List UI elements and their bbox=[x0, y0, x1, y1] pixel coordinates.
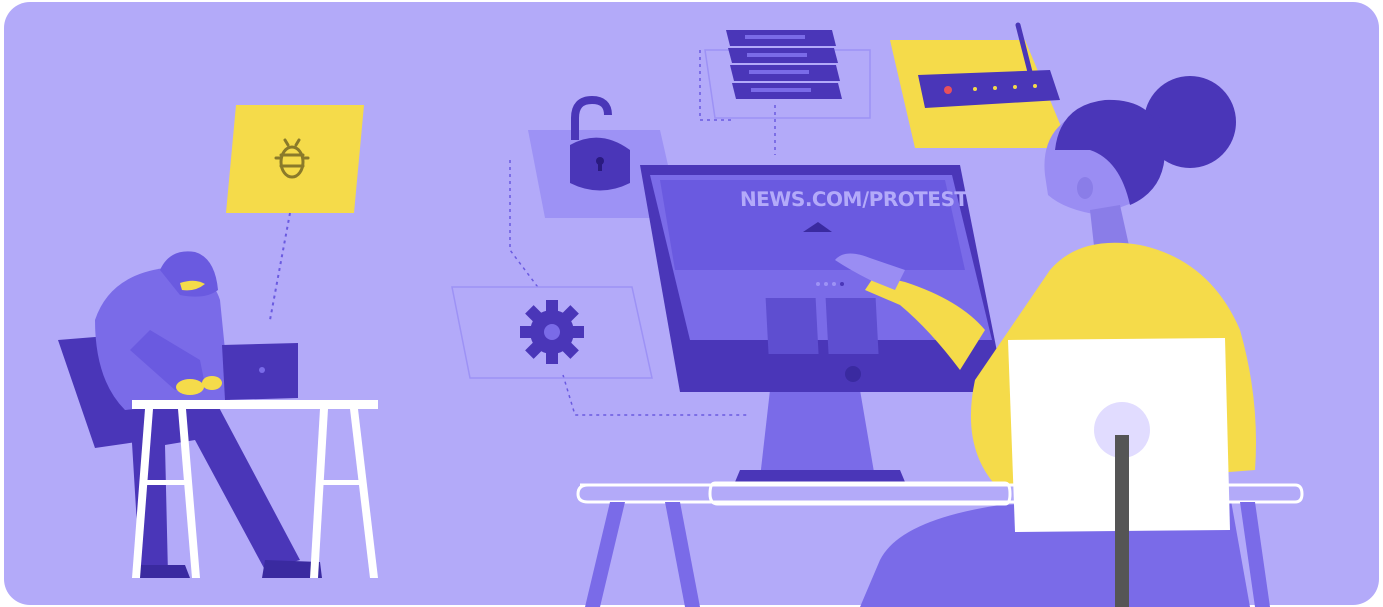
laptop bbox=[222, 343, 298, 400]
screen-url: NEWS.COM/PROTESTS bbox=[740, 187, 982, 211]
illustration-scene: NEWS.COM/PROTESTS bbox=[4, 2, 1379, 607]
gear-icon bbox=[520, 300, 584, 364]
